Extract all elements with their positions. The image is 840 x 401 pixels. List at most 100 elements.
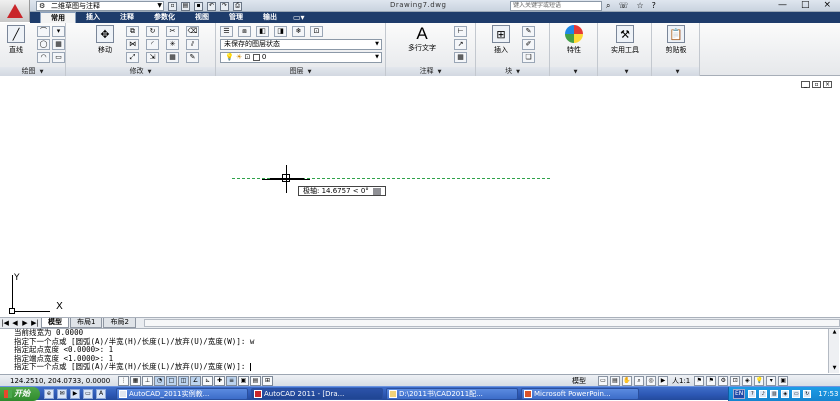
favorites-icon[interactable]: ☆	[637, 0, 644, 12]
grid-toggle-icon[interactable]: ▦	[130, 376, 141, 386]
start-button[interactable]: 开始	[0, 387, 40, 401]
tab-parametric[interactable]: 参数化	[144, 12, 185, 23]
tab-insert[interactable]: 插入	[76, 12, 110, 23]
panel-draw-title[interactable]: 绘图 ▼	[0, 67, 65, 76]
hardware-accel-icon[interactable]: ◈	[742, 376, 753, 386]
quick-view-drawings-icon[interactable]: ▤	[610, 376, 620, 386]
qp-toggle-icon[interactable]: ▤	[250, 376, 261, 386]
first-layout-icon[interactable]: |◀	[0, 319, 10, 327]
help-icon[interactable]: ?	[652, 0, 656, 12]
viewport-minimize-button[interactable]: _	[801, 81, 810, 88]
tab-output[interactable]: 输出	[253, 12, 287, 23]
erase-icon[interactable]: ⌫	[186, 26, 199, 37]
lock-icon[interactable]: ⊡	[730, 376, 741, 386]
panel-clipboard-title[interactable]: ▼	[652, 67, 699, 76]
trim-icon[interactable]: ✂	[166, 26, 179, 37]
update-icon[interactable]: ↻	[803, 390, 812, 398]
polyline-icon[interactable]: ⌒	[37, 26, 50, 37]
lwt-toggle-icon[interactable]: ≡	[226, 376, 237, 386]
command-scrollbar[interactable]: ▲ ▼	[828, 329, 839, 373]
search-input[interactable]: 键入关键字或短语	[510, 1, 602, 11]
dimension-icon[interactable]: ⊢	[454, 26, 467, 37]
clipboard-button[interactable]: 📋 剪贴板	[656, 25, 696, 55]
tab-layout1[interactable]: 布局1	[70, 318, 103, 328]
table-icon[interactable]: ▦	[454, 52, 467, 63]
expand-icon[interactable]: ▾	[52, 26, 65, 37]
maximize-button[interactable]: □	[801, 0, 810, 11]
fillet-icon[interactable]: ◜	[146, 39, 159, 50]
panel-layers-title[interactable]: 图层 ▼	[216, 67, 385, 76]
ie-icon[interactable]: e	[44, 389, 54, 399]
help-icon[interactable]: ?	[748, 390, 757, 398]
taskbar-item[interactable]: AutoCAD_2011实例教...	[116, 388, 248, 400]
redo-icon[interactable]: ↷	[220, 1, 229, 11]
panel-utilities-title[interactable]: ▼	[598, 67, 651, 76]
tab-home[interactable]: 常用	[40, 12, 76, 23]
horizontal-scrollbar[interactable]	[143, 319, 840, 327]
isolate-objects-icon[interactable]: 💡	[754, 376, 765, 386]
polar-toggle-icon[interactable]: ◔	[154, 376, 165, 386]
command-input[interactable]: 指定下一个点或 [圆弧(A)/半宽(H)/长度(L)/放弃(U)/宽度(W)]:	[14, 363, 840, 372]
panel-block-title[interactable]: 块 ▼	[476, 67, 549, 76]
steering-wheel-icon[interactable]: ◎	[646, 376, 656, 386]
status-menu-icon[interactable]: ▾	[766, 376, 777, 386]
taskbar-item[interactable]: Microsoft PowerPoin...	[521, 388, 639, 400]
panel-properties-title[interactable]: ▼	[550, 67, 597, 76]
outlook-icon[interactable]: ✉	[57, 389, 67, 399]
shield-icon[interactable]: ◈	[781, 390, 790, 398]
tab-view[interactable]: 视图	[185, 12, 219, 23]
ortho-toggle-icon[interactable]: ⊥	[142, 376, 153, 386]
edit-attributes-icon[interactable]: ❏	[522, 52, 535, 63]
layer-lock-icon[interactable]: ⊡	[310, 26, 323, 37]
utilities-button[interactable]: ⚒ 实用工具	[604, 25, 646, 55]
properties-button[interactable]: 特性	[556, 25, 592, 55]
hatch-icon[interactable]: ▦	[52, 39, 65, 50]
line-button[interactable]: ╱ 直线	[4, 25, 28, 55]
coordinate-readout[interactable]: 124.2510, 204.0733, 0.0000	[10, 376, 110, 386]
sc-toggle-icon[interactable]: ⊞	[262, 376, 273, 386]
ribbon-minimize-icon[interactable]: ▭▾	[293, 13, 305, 22]
close-button[interactable]: ×	[824, 0, 832, 11]
minimize-button[interactable]: —	[778, 0, 787, 11]
pan-icon[interactable]: ✋	[622, 376, 632, 386]
scale-icon[interactable]: ⇲	[146, 52, 159, 63]
clean-screen-icon[interactable]: ▣	[778, 376, 789, 386]
language-indicator[interactable]: EN	[733, 389, 746, 399]
insert-button[interactable]: ⊞ 插入	[486, 25, 516, 55]
zoom-icon[interactable]: ⌕	[634, 376, 644, 386]
tab-layout2[interactable]: 布局2	[103, 318, 136, 328]
tab-model[interactable]: 模型	[41, 318, 69, 328]
osnap-toggle-icon[interactable]: □	[166, 376, 177, 386]
rotate-icon[interactable]: ↻	[146, 26, 159, 37]
next-layout-icon[interactable]: ▶	[20, 319, 30, 327]
communication-center-icon[interactable]: ☏	[618, 0, 628, 12]
panel-annotation-title[interactable]: 注释 ▼	[386, 67, 475, 76]
save-icon[interactable]: ▪	[194, 1, 203, 11]
current-layer-dropdown[interactable]: 💡 ☀ ⊡ 0 ▼	[220, 52, 382, 63]
panel-modify-title[interactable]: 修改 ▼	[66, 67, 215, 76]
layer-match-icon[interactable]: ⧈	[238, 26, 251, 37]
layer-freeze-icon[interactable]: ❄	[292, 26, 305, 37]
clock[interactable]: 17:53	[818, 390, 838, 398]
drawing-area[interactable]: _ ▫ × 极轴: 14.6757 < 0° Y X	[0, 77, 840, 317]
explode-icon[interactable]: ✳	[166, 39, 179, 50]
layer-isolate-icon[interactable]: ◧	[256, 26, 269, 37]
move-button[interactable]: ✥ 移动	[92, 25, 118, 55]
create-block-icon[interactable]: ✎	[522, 26, 535, 37]
taskbar-item[interactable]: AutoCAD 2011 - [Dra...	[251, 388, 383, 400]
arc-icon[interactable]: ◠	[37, 52, 50, 63]
model-space-label[interactable]: 模型	[572, 376, 586, 386]
last-layout-icon[interactable]: ▶|	[30, 319, 40, 327]
rectangle-icon[interactable]: ▭	[52, 52, 65, 63]
annotation-scale[interactable]: 人1:1	[672, 376, 690, 386]
annotation-visibility-icon[interactable]: ⚑	[694, 376, 705, 386]
workspace-dropdown[interactable]: ⚙ 二维草图与注释 ▼	[36, 1, 164, 11]
otrack-toggle-icon[interactable]: ∠	[190, 376, 201, 386]
circle-icon[interactable]: ◯	[37, 39, 50, 50]
layer-state-dropdown[interactable]: 未保存的图层状态 ▼	[220, 39, 382, 50]
acrobat-icon[interactable]: A	[96, 389, 106, 399]
dyn-toggle-icon[interactable]: ✚	[214, 376, 225, 386]
prev-layout-icon[interactable]: ◀	[10, 319, 20, 327]
search-icon[interactable]: ⌕	[606, 0, 610, 12]
tpy-toggle-icon[interactable]: ▣	[238, 376, 249, 386]
